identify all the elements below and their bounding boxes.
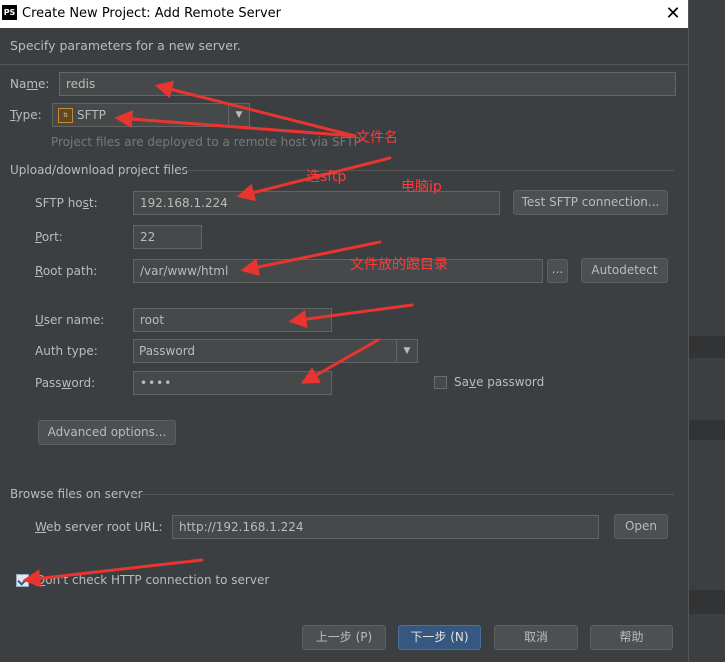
browse-root-path-button[interactable]: ...: [547, 259, 568, 283]
background-band: [689, 336, 725, 358]
test-sftp-connection-button[interactable]: Test SFTP connection...: [513, 190, 668, 215]
chevron-down-icon: ▼: [228, 104, 249, 126]
annotation-filename: 文件名: [356, 130, 398, 146]
web-root-url-label: Web server root URL:: [35, 520, 163, 534]
upload-section-divider: [178, 170, 674, 171]
auth-type-label: Auth type:: [35, 344, 98, 358]
dont-check-http-label: Don't check HTTP connection to server: [36, 573, 270, 587]
password-label: Password:: [35, 376, 96, 390]
title-bar: PS Create New Project: Add Remote Server…: [0, 0, 688, 28]
root-path-label: Root path:: [35, 264, 98, 278]
web-root-url-input[interactable]: http://192.168.1.224: [172, 515, 599, 539]
advanced-options-button[interactable]: Advanced options...: [38, 420, 176, 445]
port-input[interactable]: 22: [133, 225, 202, 249]
chevron-down-icon: ▼: [396, 340, 417, 362]
name-label: Name:: [10, 77, 50, 91]
header-divider: [0, 64, 688, 65]
dialog-description: Specify parameters for a new server.: [10, 38, 241, 53]
annotation-ip: 电脑ip: [401, 179, 442, 195]
password-input[interactable]: ••••: [133, 371, 332, 395]
type-select[interactable]: ⇅ SFTP ▼: [52, 103, 250, 127]
save-password-label: Save password: [454, 375, 545, 389]
save-password-checkbox[interactable]: [434, 376, 447, 389]
port-label: Port:: [35, 230, 63, 244]
background-band: [689, 420, 725, 440]
type-value: SFTP: [77, 108, 106, 122]
background-band: [689, 590, 725, 614]
cancel-button[interactable]: 取消: [494, 625, 578, 650]
sftp-icon: ⇅: [58, 108, 73, 123]
annotation-sftp: 选sftp: [306, 169, 347, 185]
autodetect-button[interactable]: Autodetect: [581, 258, 668, 283]
user-name-label: User name:: [35, 313, 105, 327]
window-title: Create New Project: Add Remote Server: [22, 6, 282, 21]
add-remote-server-dialog: Specify parameters for a new server. Nam…: [0, 28, 688, 662]
help-button[interactable]: 帮助: [590, 625, 673, 650]
upload-section-title: Upload/download project files: [10, 163, 188, 177]
root-path-input[interactable]: /var/www/html: [133, 259, 543, 283]
annotation-root-dir: 文件放的跟目录: [350, 257, 448, 273]
auth-type-value: Password: [139, 344, 196, 358]
browse-section-title: Browse files on server: [10, 487, 143, 501]
next-step-button[interactable]: 下一步 (N): [398, 625, 481, 650]
type-label: Type:: [10, 108, 42, 122]
phpstorm-app-icon: PS: [2, 5, 17, 20]
close-icon[interactable]: ✕: [660, 2, 686, 26]
auth-type-select[interactable]: Password ▼: [133, 339, 418, 363]
sftp-host-input[interactable]: 192.168.1.224: [133, 191, 500, 215]
type-hint: Project files are deployed to a remote h…: [51, 135, 361, 149]
background-window-strip: [688, 0, 725, 662]
name-input[interactable]: redis: [59, 72, 676, 96]
previous-step-button[interactable]: 上一步 (P): [302, 625, 386, 650]
user-name-input[interactable]: root: [133, 308, 332, 332]
open-button[interactable]: Open: [614, 514, 668, 539]
sftp-host-label: SFTP host:: [35, 196, 98, 210]
browse-section-divider: [130, 494, 674, 495]
dont-check-http-checkbox[interactable]: [16, 574, 29, 587]
